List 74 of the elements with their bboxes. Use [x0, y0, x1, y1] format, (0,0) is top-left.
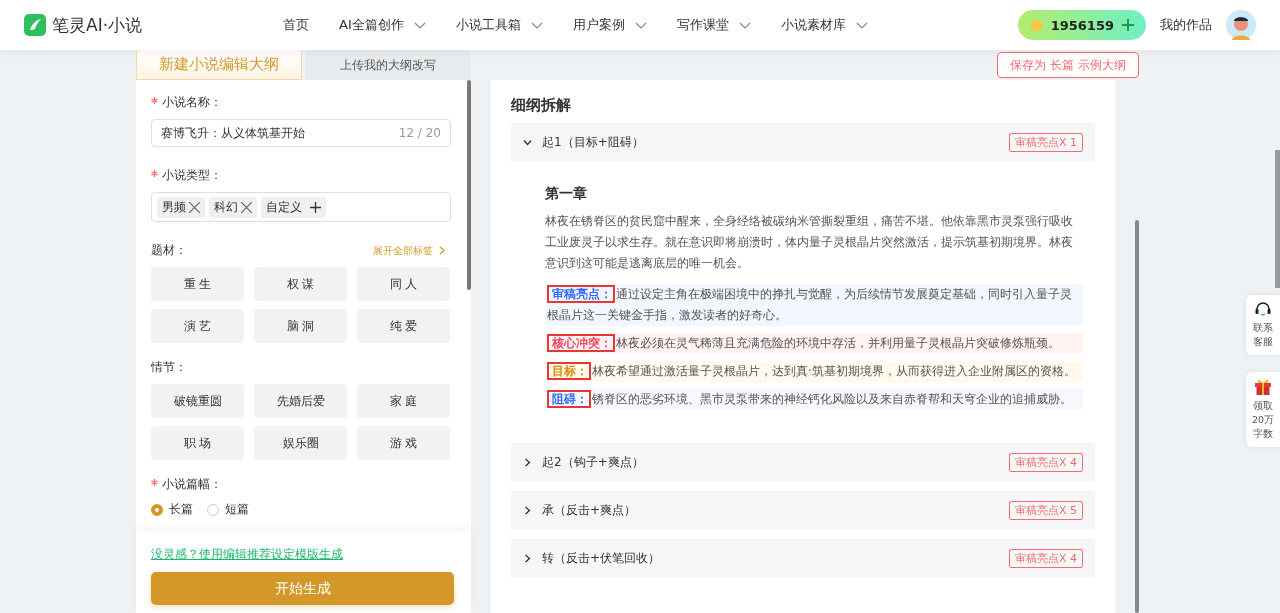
- chevron-right-icon: [523, 505, 532, 515]
- option-button[interactable]: 娱乐圈: [254, 426, 347, 460]
- option-button[interactable]: 家 庭: [357, 384, 450, 418]
- option-button[interactable]: 脑 洞: [254, 309, 347, 343]
- side-widget[interactable]: 联系客服: [1246, 295, 1280, 355]
- nav-link[interactable]: 首页: [283, 16, 309, 34]
- chevron-right-icon: [439, 246, 445, 255]
- accordion-header[interactable]: 起2（钩子+爽点） 审稿亮点X 4: [511, 443, 1095, 481]
- highlight-count-badge: 审稿亮点X 1: [1008, 132, 1083, 152]
- option-button[interactable]: 演 艺: [151, 309, 244, 343]
- plus-icon: [1122, 19, 1134, 31]
- highlight-count-badge: 审稿亮点X 4: [1008, 548, 1083, 568]
- name-field[interactable]: 赛博飞升：从义体筑基开始 12 / 20: [151, 119, 451, 147]
- highlight-count-badge: 审稿亮点X 4: [1008, 452, 1083, 472]
- nav-link[interactable]: 写作课堂: [676, 16, 751, 34]
- gift-icon: [1254, 378, 1272, 395]
- accordion-header[interactable]: 承（反击+爽点） 审稿亮点X 5: [511, 491, 1095, 529]
- chapter-summary: 林夜在锈脊区的贫民窟中醒来，全身经络被碳纳米管撕裂重组，痛苦不堪。他依靠黑市灵泵强行吸收工业废灵子以求生存。就在意识即将崩溃时，体内量子灵根晶片突然激活，提示筑基初期境界。林夜意识到这可能是逃离底层的唯一机会。: [545, 213, 1074, 272]
- logo-icon: [24, 14, 46, 36]
- coin-balance[interactable]: 1956159: [1017, 10, 1146, 40]
- option-button[interactable]: 先婚后爱: [254, 384, 347, 418]
- scrollbar[interactable]: [1135, 220, 1139, 613]
- nav-link[interactable]: 小说工具箱: [455, 16, 543, 34]
- option-button[interactable]: 纯 爱: [357, 309, 450, 343]
- chevron-down-icon: [855, 21, 868, 29]
- section-title: 细纲拆解: [511, 96, 572, 115]
- note-paragraph: 核心冲突： 林夜必须在灵气稀薄且充满危险的环境中存活，并利用量子灵根晶片突破修炼瓶颈。: [545, 333, 1083, 354]
- chevron-down-icon: [530, 21, 543, 29]
- chapter-title: 第一章: [545, 185, 588, 203]
- highlight-count-badge: 审稿亮点X 5: [1008, 500, 1083, 520]
- option-button[interactable]: 同 人: [357, 267, 450, 301]
- scrollbar[interactable]: [467, 80, 471, 290]
- logo-text[interactable]: 笔灵AI·小说: [52, 13, 143, 37]
- headset-icon: [1254, 301, 1272, 317]
- nav-link[interactable]: 小说素材库: [780, 16, 868, 34]
- tag-chip[interactable]: 自定义: [261, 196, 326, 218]
- option-button[interactable]: 破镜重圆: [151, 384, 244, 418]
- option-button[interactable]: 职 场: [151, 426, 244, 460]
- tag-chip[interactable]: 科幻: [209, 196, 257, 218]
- chevron-down-icon: [634, 21, 647, 29]
- field-label: 小说名称：: [151, 94, 451, 111]
- chevron-down-icon: [523, 137, 532, 147]
- nav-link[interactable]: AI全篇创作: [339, 16, 426, 34]
- scrollbar[interactable]: [1275, 150, 1280, 288]
- radio-option[interactable]: 短篇: [207, 501, 249, 518]
- type-field[interactable]: 男频 科幻 自定义: [151, 192, 451, 222]
- nav-link[interactable]: 用户案例: [572, 16, 647, 34]
- plus-icon: [310, 201, 321, 213]
- note-paragraph: 目标： 林夜希望通过激活量子灵根晶片，达到真·筑基初期境界，从而获得进入企业附属区的资格。: [545, 361, 1083, 382]
- field-label: 情节：: [151, 359, 188, 376]
- accordion-header[interactable]: 起1（目标+阻碍） 审稿亮点X 1: [511, 123, 1095, 161]
- option-button[interactable]: 游 戏: [357, 426, 450, 460]
- option-button[interactable]: 权 谋: [254, 267, 347, 301]
- field-label: 题材：: [151, 242, 187, 259]
- option-button[interactable]: 重 生: [151, 267, 244, 301]
- close-icon[interactable]: [241, 201, 252, 213]
- field-label: 小说篇幅：: [151, 476, 451, 493]
- side-widget[interactable]: 领取20万字数: [1246, 372, 1280, 447]
- chevron-down-icon: [738, 21, 751, 29]
- char-counter: 12 / 20: [398, 126, 441, 140]
- chevron-right-icon: [523, 553, 532, 563]
- accordion-header[interactable]: 转（反击+伏笔回收） 审稿亮点X 4: [511, 539, 1095, 577]
- my-works-link[interactable]: 我的作品: [1160, 16, 1212, 34]
- close-icon[interactable]: [189, 201, 200, 213]
- note-paragraph: 审稿亮点： 通过设定主角在极端困境中的挣扎与觉醒，为后续情节发展奠定基础，同时引入量子灵根晶片这一关键金手指，激发读者的好奇心。: [545, 284, 1083, 326]
- field-label: 小说类型：: [151, 167, 451, 184]
- tab[interactable]: 上传我的大纲改写: [305, 50, 471, 80]
- chevron-down-icon: [413, 21, 426, 29]
- tag-chip[interactable]: 男频: [157, 196, 205, 218]
- coin-icon: [1029, 18, 1043, 32]
- avatar[interactable]: [1226, 10, 1256, 40]
- note-paragraph: 阻碍： 锈脊区的恶劣环境、黑市灵泵带来的神经钙化风险以及来自赤脊帮和天穹企业的追捕威胁。: [545, 389, 1083, 410]
- radio-option[interactable]: 长篇: [151, 501, 193, 518]
- chevron-right-icon: [523, 457, 532, 467]
